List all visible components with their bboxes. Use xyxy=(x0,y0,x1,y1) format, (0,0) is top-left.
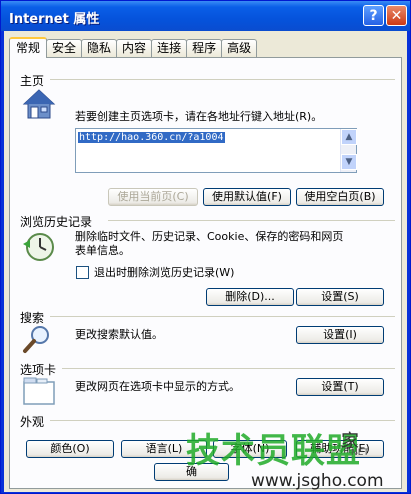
search-description: 更改搜索默认值。 xyxy=(75,328,163,341)
tab-security[interactable]: 安全 xyxy=(46,39,83,57)
watermark-url: www.jsgho.com xyxy=(251,471,384,491)
search-settings-button[interactable]: 设置(I) xyxy=(296,326,384,344)
use-blank-button[interactable]: 使用空白页(B) xyxy=(296,188,384,206)
home-description: 若要创建主页选项卡，请在各地址行键入地址(R)。 xyxy=(75,110,323,123)
tabs-description: 更改网页在选项卡中显示的方式。 xyxy=(75,380,240,393)
tab-programs[interactable]: 程序 xyxy=(186,39,223,57)
tab-general[interactable]: 常规 xyxy=(9,37,48,58)
colors-button[interactable]: 颜色(O) xyxy=(26,440,114,458)
history-settings-button[interactable]: 设置(S) xyxy=(296,288,384,306)
tabs-group-divider xyxy=(62,368,395,369)
history-clock-icon xyxy=(23,233,54,261)
history-group-divider xyxy=(108,220,395,221)
delete-history-button[interactable]: 删除(D)... xyxy=(206,288,294,306)
close-button[interactable]: ✕ xyxy=(386,5,407,26)
internet-properties-dialog: Internet 属性 ? ✕ 常规 安全 隐私 内容 连接 程序 高级 主页 … xyxy=(0,0,411,494)
search-group-divider xyxy=(50,316,395,317)
tab-content[interactable]: 内容 xyxy=(116,39,153,57)
home-group-title: 主页 xyxy=(20,74,45,88)
house-icon xyxy=(22,89,56,119)
home-address-value: http://hao.360.cn/?a1004 xyxy=(78,132,225,143)
scroll-down-icon[interactable]: ▼ xyxy=(341,154,357,170)
tab-privacy[interactable]: 隐私 xyxy=(81,39,118,57)
help-button[interactable]: ? xyxy=(363,5,384,26)
delete-on-exit-label[interactable]: 退出时删除浏览历史记录(W) xyxy=(94,266,234,280)
use-default-button[interactable]: 使用默认值(F) xyxy=(203,188,291,206)
title-bar[interactable]: Internet 属性 ? ✕ xyxy=(1,1,410,31)
watermark-small: NET xyxy=(351,448,369,458)
tab-window-icon xyxy=(23,377,55,405)
watermark-logo-text: 技术员联盟 xyxy=(186,431,361,471)
home-address-input[interactable]: http://hao.360.cn/?a1004 ▲ ▼ xyxy=(75,128,357,173)
address-scrollbar[interactable]: ▲ ▼ xyxy=(340,129,357,172)
appearance-group-title: 外观 xyxy=(20,415,45,429)
delete-on-exit-checkbox[interactable] xyxy=(76,266,89,279)
use-current-button[interactable]: 使用当前页(C) xyxy=(108,188,198,206)
appearance-group-divider xyxy=(50,420,395,421)
tab-strip: 常规 安全 隐私 内容 连接 程序 高级 xyxy=(9,37,258,58)
history-description-line1: 删除临时文件、历史记录、Cookie、保存的密码和网页 xyxy=(75,230,344,243)
magnifier-icon xyxy=(23,326,49,353)
window-title: Internet 属性 xyxy=(9,12,100,27)
history-description-line2: 表单信息。 xyxy=(75,244,130,257)
scroll-up-icon[interactable]: ▲ xyxy=(341,129,357,145)
tab-advanced[interactable]: 高级 xyxy=(221,39,258,57)
home-group-divider xyxy=(50,79,395,80)
tab-connections[interactable]: 连接 xyxy=(151,39,188,57)
history-group-title: 浏览历史记录 xyxy=(20,215,93,229)
tabs-settings-button[interactable]: 设置(T) xyxy=(296,378,384,396)
